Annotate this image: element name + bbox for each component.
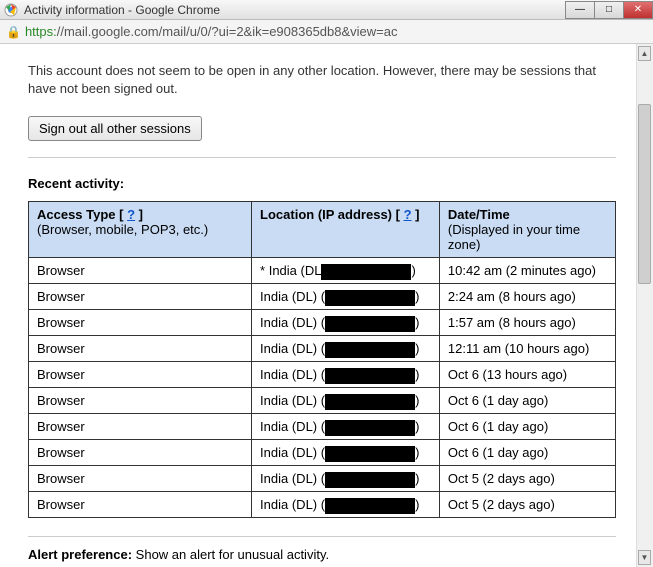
redacted-block xyxy=(325,446,415,462)
redacted-block xyxy=(325,290,415,306)
redacted-block xyxy=(325,342,415,358)
url-scheme: https: xyxy=(25,24,57,39)
th-access-title: Access Type xyxy=(37,207,116,222)
lock-icon: 🔒 xyxy=(6,25,21,39)
redacted-block xyxy=(325,472,415,488)
activity-table: Access Type [ ? ] (Browser, mobile, POP3… xyxy=(28,201,616,518)
url-path: //mail.google.com/mail/u/0/?ui=2&ik=e908… xyxy=(57,24,398,39)
table-row: BrowserIndia (DL) ()2:24 am (8 hours ago… xyxy=(29,284,616,310)
signout-button[interactable]: Sign out all other sessions xyxy=(28,116,202,141)
chrome-icon xyxy=(4,3,18,17)
divider-2 xyxy=(28,536,616,537)
alert-preference: Alert preference: Show an alert for unus… xyxy=(28,547,616,562)
cell-datetime: Oct 5 (2 days ago) xyxy=(439,492,615,518)
window-controls: — □ ✕ xyxy=(566,1,653,19)
th-datetime-title: Date/Time xyxy=(448,207,510,222)
cell-location: * India (DL) xyxy=(252,258,440,284)
cell-location: India (DL) () xyxy=(252,414,440,440)
cell-access: Browser xyxy=(29,284,252,310)
cell-datetime: Oct 6 (1 day ago) xyxy=(439,440,615,466)
cell-datetime: 10:42 am (2 minutes ago) xyxy=(439,258,615,284)
cell-location: India (DL) () xyxy=(252,310,440,336)
window-titlebar: Activity information - Google Chrome — □… xyxy=(0,0,653,20)
cell-location: India (DL) () xyxy=(252,466,440,492)
redacted-block xyxy=(325,394,415,410)
cell-access: Browser xyxy=(29,388,252,414)
redacted-block xyxy=(325,420,415,436)
cell-datetime: Oct 6 (1 day ago) xyxy=(439,388,615,414)
redacted-block xyxy=(325,498,415,514)
cell-datetime: Oct 6 (13 hours ago) xyxy=(439,362,615,388)
intro-text: This account does not seem to be open in… xyxy=(28,62,616,98)
close-button[interactable]: ✕ xyxy=(623,1,653,19)
th-location-title: Location (IP address) xyxy=(260,207,392,222)
cell-location: India (DL) () xyxy=(252,440,440,466)
cell-location: India (DL) () xyxy=(252,362,440,388)
scroll-up-icon[interactable]: ▲ xyxy=(638,46,651,61)
scrollbar[interactable]: ▲ ▼ xyxy=(636,44,653,567)
th-access-sub: (Browser, mobile, POP3, etc.) xyxy=(37,222,243,237)
table-row: BrowserIndia (DL) ()Oct 6 (13 hours ago) xyxy=(29,362,616,388)
alert-text: Show an alert for unusual activity. xyxy=(136,547,329,562)
table-row: BrowserIndia (DL) ()12:11 am (10 hours a… xyxy=(29,336,616,362)
cell-location: India (DL) () xyxy=(252,492,440,518)
table-row: Browser* India (DL)10:42 am (2 minutes a… xyxy=(29,258,616,284)
table-row: BrowserIndia (DL) ()Oct 6 (1 day ago) xyxy=(29,440,616,466)
cell-access: Browser xyxy=(29,492,252,518)
cell-access: Browser xyxy=(29,362,252,388)
redacted-block xyxy=(325,316,415,332)
access-help-link[interactable]: ? xyxy=(127,207,135,222)
cell-datetime: Oct 5 (2 days ago) xyxy=(439,466,615,492)
section-title: Recent activity: xyxy=(28,176,616,191)
th-datetime-sub: (Displayed in your time zone) xyxy=(448,222,607,252)
table-row: BrowserIndia (DL) ()Oct 6 (1 day ago) xyxy=(29,388,616,414)
scrollbar-thumb[interactable] xyxy=(638,104,651,284)
cell-datetime: 2:24 am (8 hours ago) xyxy=(439,284,615,310)
scroll-down-icon[interactable]: ▼ xyxy=(638,550,651,565)
divider xyxy=(28,157,616,158)
cell-datetime: 12:11 am (10 hours ago) xyxy=(439,336,615,362)
th-datetime: Date/Time (Displayed in your time zone) xyxy=(439,202,615,258)
th-access: Access Type [ ? ] (Browser, mobile, POP3… xyxy=(29,202,252,258)
cell-access: Browser xyxy=(29,310,252,336)
cell-access: Browser xyxy=(29,466,252,492)
table-row: BrowserIndia (DL) ()Oct 5 (2 days ago) xyxy=(29,466,616,492)
table-row: BrowserIndia (DL) ()1:57 am (8 hours ago… xyxy=(29,310,616,336)
redacted-block xyxy=(321,264,411,280)
cell-access: Browser xyxy=(29,414,252,440)
cell-location: India (DL) () xyxy=(252,284,440,310)
page-content: This account does not seem to be open in… xyxy=(0,44,653,567)
th-location: Location (IP address) [ ? ] xyxy=(252,202,440,258)
address-bar[interactable]: 🔒 https://mail.google.com/mail/u/0/?ui=2… xyxy=(0,20,653,44)
cell-access: Browser xyxy=(29,258,252,284)
minimize-button[interactable]: — xyxy=(565,1,595,19)
cell-location: India (DL) () xyxy=(252,388,440,414)
maximize-button[interactable]: □ xyxy=(594,1,624,19)
cell-datetime: Oct 6 (1 day ago) xyxy=(439,414,615,440)
cell-location: India (DL) () xyxy=(252,336,440,362)
redacted-block xyxy=(325,368,415,384)
cell-access: Browser xyxy=(29,336,252,362)
table-row: BrowserIndia (DL) ()Oct 5 (2 days ago) xyxy=(29,492,616,518)
alert-label: Alert preference: xyxy=(28,547,132,562)
table-row: BrowserIndia (DL) ()Oct 6 (1 day ago) xyxy=(29,414,616,440)
window-title: Activity information - Google Chrome xyxy=(24,3,220,17)
cell-access: Browser xyxy=(29,440,252,466)
location-help-link[interactable]: ? xyxy=(404,207,412,222)
cell-datetime: 1:57 am (8 hours ago) xyxy=(439,310,615,336)
